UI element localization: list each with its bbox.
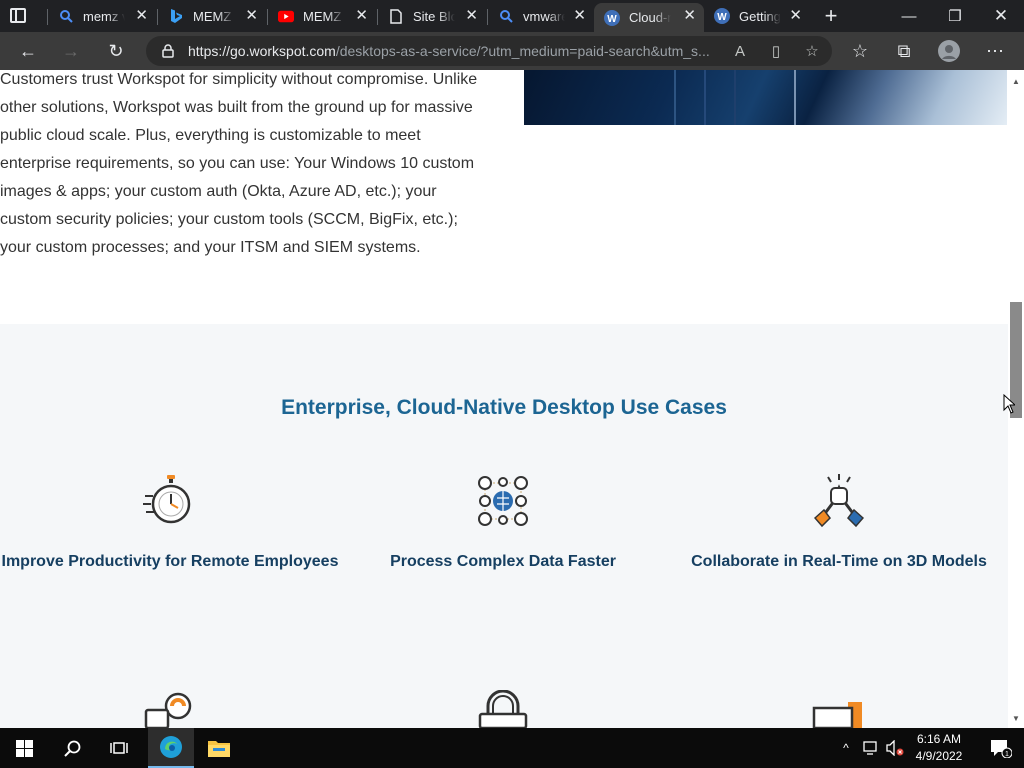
svg-text:W: W — [607, 14, 617, 25]
volume-muted-icon[interactable] — [884, 728, 906, 768]
browser-tab-bar: memz vi ✕ MEMZ v ✕ MEMZ v ✕ Site Bloc ✕ … — [0, 0, 1024, 32]
close-tab-icon[interactable]: ✕ — [355, 7, 368, 25]
mouse-cursor-icon — [1003, 393, 1017, 414]
notifications-icon[interactable]: 1 — [978, 728, 1024, 768]
page-icon — [388, 8, 404, 24]
url-text[interactable]: https://go.workspot.com/desktops-as-a-se… — [188, 43, 718, 59]
tab-title: memz vi — [83, 8, 125, 24]
refresh-button[interactable]: ↻ — [105, 40, 127, 62]
tab-cloud-native-active[interactable]: W Cloud-n ✕ — [594, 3, 704, 32]
search-icon — [498, 8, 514, 24]
task-view-icon[interactable] — [96, 728, 142, 768]
favorites-icon[interactable]: ☆ — [849, 40, 871, 62]
tab-title: MEMZ v — [193, 8, 235, 24]
use-cases-section: Enterprise, Cloud-Native Desktop Use Cas… — [0, 324, 1008, 728]
system-clock[interactable]: 6:16 AM 4/9/2022 — [906, 731, 972, 765]
settings-menu-icon[interactable]: ⋯ — [984, 40, 1006, 62]
youtube-icon — [278, 8, 294, 24]
add-favorite-icon[interactable]: ☆ — [802, 41, 822, 61]
url-host: https://go.workspot.com — [188, 43, 336, 59]
intro-paragraph: Customers trust Workspot for simplicity … — [0, 71, 478, 256]
start-button[interactable] — [1, 728, 47, 768]
bing-icon — [168, 8, 184, 24]
close-tab-icon[interactable]: ✕ — [573, 7, 586, 25]
hero-image — [524, 70, 1007, 125]
new-tab-button[interactable]: + — [808, 0, 854, 32]
lock-icon[interactable] — [158, 41, 178, 61]
notification-count: 1 — [1005, 751, 1009, 758]
close-tab-icon[interactable]: ✕ — [465, 7, 478, 25]
scroll-up-arrow-icon[interactable]: ▲ — [1010, 76, 1022, 88]
lock-security-icon — [478, 689, 528, 728]
tab-title: Cloud-n — [629, 10, 671, 25]
profile-avatar[interactable] — [938, 40, 960, 62]
workspot-icon: W — [714, 8, 730, 24]
tab-memz-search[interactable]: memz vi ✕ — [48, 3, 156, 29]
workspot-icon: W — [604, 9, 620, 26]
use-case-label: Collaborate in Real-Time on 3D Models — [691, 553, 987, 570]
scroll-down-arrow-icon[interactable]: ▼ — [1010, 713, 1022, 725]
tab-site-blocked[interactable]: Site Bloc ✕ — [378, 3, 486, 29]
tab-actions-icon[interactable] — [10, 8, 26, 23]
remote-work-icon — [142, 692, 194, 728]
tab-title: Getting — [739, 8, 781, 24]
search-icon[interactable] — [49, 728, 95, 768]
forward-button[interactable]: → — [60, 40, 82, 62]
network-data-icon — [476, 474, 530, 528]
device-icon — [812, 702, 866, 728]
search-icon — [58, 8, 74, 24]
url-path: /desktops-as-a-service/?utm_medium=paid-… — [335, 43, 710, 59]
clock-date: 4/9/2022 — [915, 749, 963, 763]
browser-toolbar: ← → ↻ https://go.workspot.com/desktops-a… — [0, 32, 1024, 70]
use-case-label: Improve Productivity for Remote Employee… — [1, 553, 339, 570]
tab-getting[interactable]: W Getting ✕ — [704, 3, 810, 29]
minimize-button[interactable]: — — [886, 0, 932, 32]
edge-taskbar-icon[interactable] — [148, 728, 194, 768]
handshake-icon — [812, 474, 866, 528]
read-aloud-icon[interactable]: A — [730, 41, 750, 61]
file-explorer-icon[interactable] — [196, 728, 242, 768]
back-button[interactable]: ← — [17, 40, 39, 62]
close-tab-icon[interactable]: ✕ — [245, 7, 258, 25]
close-window-button[interactable]: ✕ — [978, 0, 1024, 32]
use-case-card: Process Complex Data Faster — [333, 474, 673, 576]
tab-memz-youtube[interactable]: MEMZ v ✕ — [268, 3, 376, 29]
close-tab-icon[interactable]: ✕ — [683, 7, 696, 25]
network-icon[interactable] — [860, 728, 882, 768]
svg-text:W: W — [717, 12, 727, 23]
tab-memz-bing[interactable]: MEMZ v ✕ — [158, 3, 266, 29]
tab-title: Site Bloc — [413, 8, 455, 24]
clock-time: 6:16 AM — [916, 732, 962, 746]
web-page: Customers trust Workspot for simplicity … — [0, 70, 1008, 728]
section-title: Enterprise, Cloud-Native Desktop Use Cas… — [281, 396, 727, 419]
use-case-card: Improve Productivity for Remote Employee… — [0, 474, 340, 576]
close-tab-icon[interactable]: ✕ — [135, 7, 148, 25]
tab-title: vmware — [523, 8, 565, 24]
collections-icon[interactable]: ⧉ — [893, 40, 915, 62]
tab-vmware-search[interactable]: vmware ✕ — [488, 3, 594, 29]
close-tab-icon[interactable]: ✕ — [789, 7, 802, 25]
use-case-card: Collaborate in Real-Time on 3D Models — [669, 474, 1008, 576]
reader-view-icon[interactable]: ▯ — [766, 41, 786, 61]
windows-taskbar: ^ 6:16 AM 4/9/2022 1 — [0, 728, 1024, 768]
restore-button[interactable]: ❐ — [932, 0, 978, 32]
stopwatch-icon — [143, 474, 197, 528]
tab-title: MEMZ v — [303, 8, 345, 24]
show-hidden-icons-icon[interactable]: ^ — [835, 728, 857, 768]
use-case-label: Process Complex Data Faster — [390, 553, 616, 570]
address-bar[interactable]: https://go.workspot.com/desktops-as-a-se… — [146, 36, 832, 66]
